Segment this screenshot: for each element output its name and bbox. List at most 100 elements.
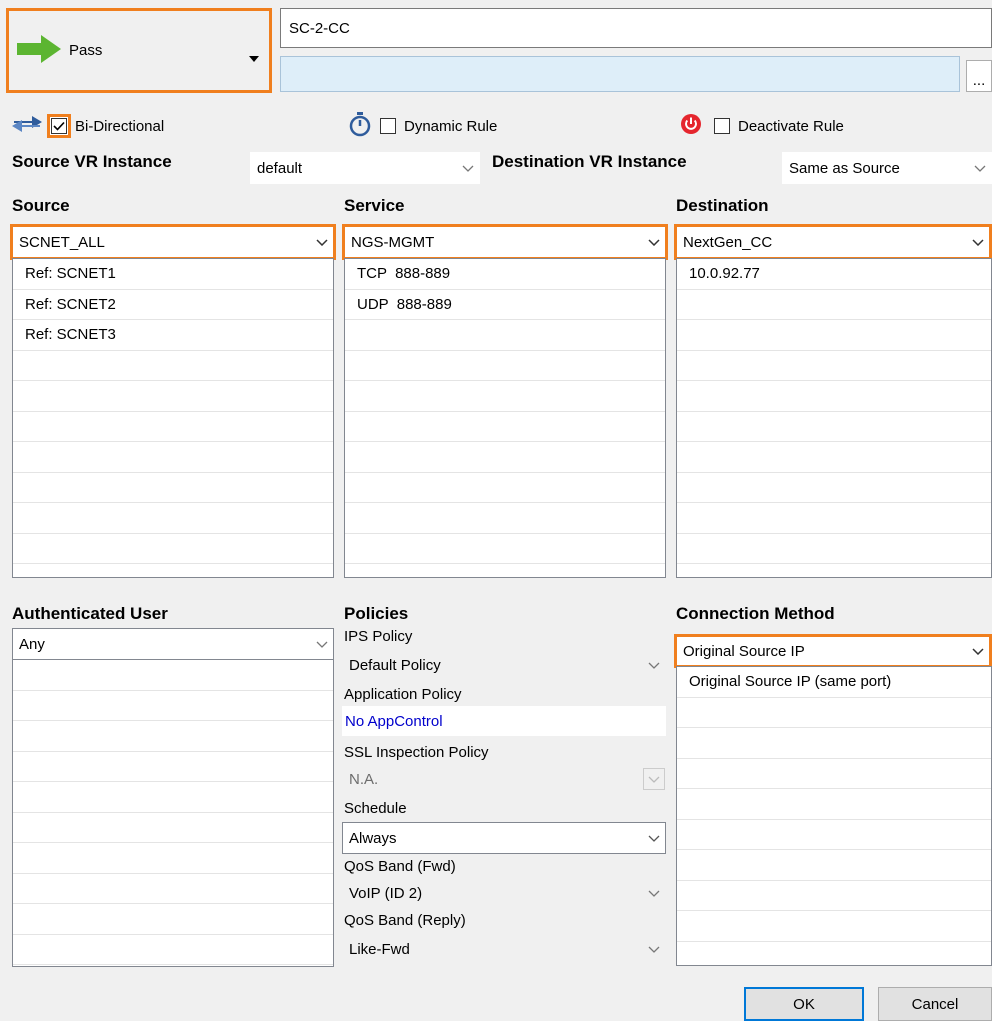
bidirectional-label: Bi-Directional bbox=[75, 117, 165, 135]
dynamic-rule-checkbox[interactable] bbox=[380, 118, 396, 134]
application-policy-label: Application Policy bbox=[344, 686, 462, 703]
list-row-empty bbox=[677, 320, 991, 351]
authenticated-user-select[interactable]: Any bbox=[12, 628, 334, 660]
authenticated-user-list[interactable] bbox=[12, 659, 334, 967]
deactivate-rule-checkbox[interactable] bbox=[714, 118, 730, 134]
list-row-empty bbox=[677, 881, 991, 911]
bidirectional-option[interactable]: Bi-Directional bbox=[10, 112, 164, 140]
list-row-empty bbox=[677, 789, 991, 820]
list-item[interactable]: 10.0.92.77 bbox=[677, 259, 991, 290]
connection-method-label: Connection Method bbox=[676, 604, 835, 623]
list-row-empty bbox=[13, 935, 333, 965]
source-select[interactable]: SCNET_ALL bbox=[10, 224, 336, 260]
list-row-empty bbox=[13, 503, 333, 534]
destination-vr-value: Same as Source bbox=[789, 159, 900, 177]
service-list[interactable]: TCP 888-889 UDP 888-889 bbox=[344, 258, 666, 578]
list-row-empty bbox=[677, 911, 991, 942]
ssl-inspection-policy-select: N.A. bbox=[342, 764, 666, 794]
connection-method-selected: Original Source IP bbox=[683, 642, 805, 660]
schedule-select[interactable]: Always bbox=[342, 822, 666, 854]
application-policy-value[interactable]: No AppControl bbox=[345, 713, 443, 730]
connection-method-list[interactable]: Original Source IP (same port) bbox=[676, 666, 992, 966]
destination-vr-select[interactable]: Same as Source bbox=[782, 152, 992, 184]
list-item[interactable]: Ref: SCNET3 bbox=[13, 320, 333, 351]
ok-button[interactable]: OK bbox=[744, 987, 864, 1021]
list-item[interactable]: Ref: SCNET1 bbox=[13, 259, 333, 290]
list-row-empty bbox=[677, 850, 991, 881]
ssl-inspection-policy-label: SSL Inspection Policy bbox=[344, 744, 489, 761]
list-item[interactable]: Ref: SCNET2 bbox=[13, 290, 333, 320]
list-row-empty bbox=[677, 351, 991, 381]
list-item-label: Original Source IP (same port) bbox=[689, 673, 892, 691]
list-row-empty bbox=[345, 503, 665, 534]
list-row-empty bbox=[345, 381, 665, 412]
chevron-down-icon bbox=[311, 641, 333, 648]
schedule-value: Always bbox=[349, 829, 397, 847]
list-row-empty bbox=[13, 351, 333, 381]
qos-fwd-select[interactable]: VoIP (ID 2) bbox=[342, 878, 666, 908]
destination-list[interactable]: 10.0.92.77 bbox=[676, 258, 992, 578]
list-row-empty bbox=[677, 534, 991, 564]
service-select[interactable]: NGS-MGMT bbox=[342, 224, 668, 260]
chevron-down-icon bbox=[311, 238, 333, 246]
rule-name-field[interactable]: SC-2-CC bbox=[280, 8, 992, 48]
source-vr-select[interactable]: default bbox=[250, 152, 480, 184]
chevron-down-icon bbox=[643, 238, 665, 246]
power-icon bbox=[680, 113, 702, 139]
list-item-label: Ref: SCNET1 bbox=[25, 265, 116, 283]
list-row-empty bbox=[345, 534, 665, 564]
more-button[interactable]: ... bbox=[966, 60, 992, 92]
connection-method-select[interactable]: Original Source IP bbox=[674, 634, 992, 668]
bidirectional-checkbox[interactable] bbox=[47, 114, 71, 138]
list-row-empty bbox=[13, 442, 333, 473]
deactivate-rule-label: Deactivate Rule bbox=[738, 117, 844, 135]
list-row-empty bbox=[13, 660, 333, 691]
list-row-empty bbox=[677, 503, 991, 534]
stopwatch-icon bbox=[348, 111, 372, 141]
qos-fwd-label: QoS Band (Fwd) bbox=[344, 858, 456, 875]
qos-fwd-value: VoIP (ID 2) bbox=[349, 884, 423, 902]
chevron-down-icon bbox=[643, 835, 665, 842]
rule-description-field[interactable] bbox=[280, 56, 960, 92]
list-row-empty bbox=[345, 351, 665, 381]
source-label: Source bbox=[12, 196, 70, 215]
list-item[interactable]: Original Source IP (same port) bbox=[677, 667, 991, 698]
source-selected: SCNET_ALL bbox=[19, 233, 105, 251]
dynamic-rule-option[interactable]: Dynamic Rule bbox=[348, 112, 497, 140]
ips-policy-select[interactable]: Default Policy bbox=[342, 650, 666, 680]
list-item-label: Ref: SCNET2 bbox=[25, 295, 116, 313]
source-list[interactable]: Ref: SCNET1 Ref: SCNET2 Ref: SCNET3 bbox=[12, 258, 334, 578]
ok-button-label: OK bbox=[793, 995, 815, 1013]
list-item-label: UDP 888-889 bbox=[357, 295, 452, 313]
list-row-empty bbox=[677, 820, 991, 850]
list-item[interactable]: UDP 888-889 bbox=[345, 290, 665, 320]
list-item[interactable]: TCP 888-889 bbox=[345, 259, 665, 290]
list-row-empty bbox=[345, 320, 665, 351]
cancel-button[interactable]: Cancel bbox=[878, 987, 992, 1021]
chevron-down-icon bbox=[457, 165, 479, 172]
chevron-down-icon bbox=[643, 662, 665, 669]
chevron-down-icon bbox=[249, 49, 259, 66]
deactivate-rule-option[interactable]: Deactivate Rule bbox=[680, 112, 844, 140]
chevron-down-icon bbox=[967, 238, 989, 246]
list-row-empty bbox=[677, 442, 991, 473]
more-button-label: ... bbox=[972, 71, 986, 89]
chevron-down-icon bbox=[643, 946, 665, 953]
list-row-empty bbox=[345, 442, 665, 473]
list-row-empty bbox=[677, 290, 991, 320]
cancel-button-label: Cancel bbox=[911, 995, 959, 1013]
qos-reply-select[interactable]: Like-Fwd bbox=[342, 934, 666, 964]
service-label: Service bbox=[344, 196, 405, 215]
destination-select[interactable]: NextGen_CC bbox=[674, 224, 992, 260]
list-row-empty bbox=[13, 473, 333, 503]
action-label: Pass bbox=[69, 42, 103, 59]
list-row-empty bbox=[677, 473, 991, 503]
source-vr-label: Source VR Instance bbox=[12, 152, 172, 171]
list-row-empty bbox=[677, 942, 991, 966]
application-policy-field[interactable]: No AppControl bbox=[342, 706, 666, 736]
list-row-empty bbox=[13, 381, 333, 412]
list-row-empty bbox=[13, 813, 333, 843]
destination-vr-label: Destination VR Instance bbox=[492, 152, 687, 171]
action-dropdown[interactable]: Pass bbox=[6, 8, 272, 93]
rule-name-value: SC-2-CC bbox=[289, 19, 350, 37]
